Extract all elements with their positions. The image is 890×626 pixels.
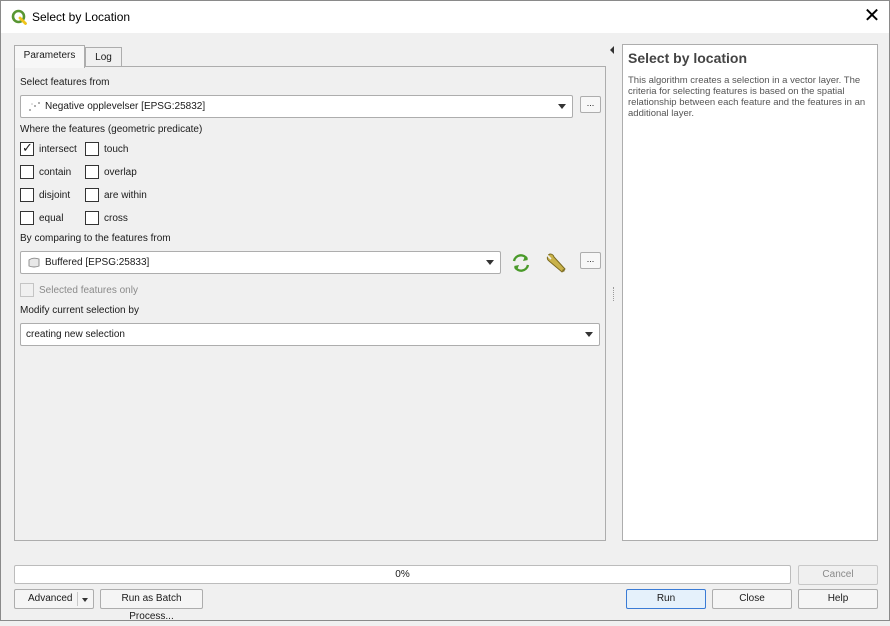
splitter-handle[interactable] bbox=[613, 287, 615, 301]
checkbox-intersect[interactable]: ✓ bbox=[20, 140, 34, 156]
modify-selection-combo[interactable]: creating new selection bbox=[20, 323, 600, 346]
run-batch-button[interactable]: Run as Batch Process... bbox=[100, 589, 203, 622]
polygon-layer-icon bbox=[28, 257, 40, 268]
modify-selection-label: Modify current selection by bbox=[20, 305, 139, 316]
checkbox-disjoint[interactable] bbox=[20, 188, 34, 202]
progress-text: 0% bbox=[395, 569, 410, 580]
compare-layer-value: Buffered [EPSG:25833] bbox=[45, 257, 150, 268]
cancel-button[interactable]: Cancel bbox=[798, 565, 878, 585]
checkbox-touch[interactable] bbox=[85, 142, 99, 156]
select-from-label: Select features from bbox=[20, 77, 110, 88]
iterate-refresh-icon[interactable] bbox=[510, 252, 532, 274]
run-button[interactable]: Run bbox=[626, 589, 706, 609]
select-by-location-dialog: Select by Location ✕ Parameters Log Sele… bbox=[0, 0, 890, 622]
chevron-down-icon bbox=[558, 104, 566, 109]
point-layer-icon bbox=[29, 102, 40, 111]
wrench-icon[interactable] bbox=[545, 251, 571, 275]
progress-bar: 0% bbox=[14, 565, 791, 584]
checkbox-contain-label: contain bbox=[39, 167, 72, 178]
checkbox-equal[interactable] bbox=[20, 211, 34, 225]
advanced-button[interactable]: Advanced bbox=[14, 589, 94, 609]
help-title: Select by location bbox=[628, 50, 748, 66]
parameters-panel: Select features from Negative opplevelse… bbox=[14, 66, 606, 541]
tab-parameters[interactable]: Parameters bbox=[14, 45, 85, 68]
checkmark-icon: ✓ bbox=[22, 140, 33, 155]
checkbox-are-within[interactable] bbox=[85, 188, 99, 202]
checkbox-overlap[interactable] bbox=[85, 165, 99, 179]
checkbox-overlap-label: overlap bbox=[104, 167, 137, 178]
checkbox-equal-label: equal bbox=[39, 213, 64, 224]
selected-only-label: Selected features only bbox=[39, 285, 138, 296]
advanced-button-label: Advanced bbox=[28, 593, 73, 604]
checkbox-selected-only[interactable] bbox=[20, 283, 34, 297]
close-button[interactable]: Close bbox=[712, 589, 792, 609]
checkbox-are-within-label: are within bbox=[104, 190, 147, 201]
checkbox-cross-label: cross bbox=[104, 213, 128, 224]
title-bar: Select by Location ✕ bbox=[1, 1, 889, 33]
close-icon[interactable]: ✕ bbox=[855, 1, 889, 33]
predicate-label: Where the features (geometric predicate) bbox=[20, 124, 203, 135]
checkbox-touch-label: touch bbox=[104, 144, 129, 155]
help-button[interactable]: Help bbox=[798, 589, 878, 609]
select-from-combo[interactable]: Negative opplevelser [EPSG:25832] bbox=[20, 95, 573, 118]
select-from-value: Negative opplevelser [EPSG:25832] bbox=[45, 101, 206, 112]
tab-log[interactable]: Log bbox=[85, 47, 122, 67]
compare-layer-combo[interactable]: Buffered [EPSG:25833] bbox=[20, 251, 501, 274]
select-from-options-button[interactable]: ... bbox=[580, 96, 601, 113]
help-description: This algorithm creates a selection in a … bbox=[628, 75, 866, 119]
chevron-down-icon bbox=[82, 598, 88, 602]
checkbox-intersect-label: intersect bbox=[39, 144, 77, 155]
qgis-logo-icon bbox=[11, 9, 27, 25]
checkbox-cross[interactable] bbox=[85, 211, 99, 225]
modify-selection-value: creating new selection bbox=[26, 329, 125, 340]
window-title: Select by Location bbox=[32, 10, 131, 24]
help-panel: Select by location This algorithm create… bbox=[622, 44, 878, 541]
checkbox-disjoint-label: disjoint bbox=[39, 190, 71, 201]
checkbox-contain[interactable] bbox=[20, 165, 34, 179]
compare-label: By comparing to the features from bbox=[20, 233, 171, 244]
split-divider bbox=[77, 592, 78, 606]
chevron-down-icon bbox=[585, 332, 593, 337]
collapse-panel-icon[interactable] bbox=[610, 46, 614, 54]
compare-layer-options-button[interactable]: ... bbox=[580, 252, 601, 269]
chevron-down-icon bbox=[486, 260, 494, 265]
